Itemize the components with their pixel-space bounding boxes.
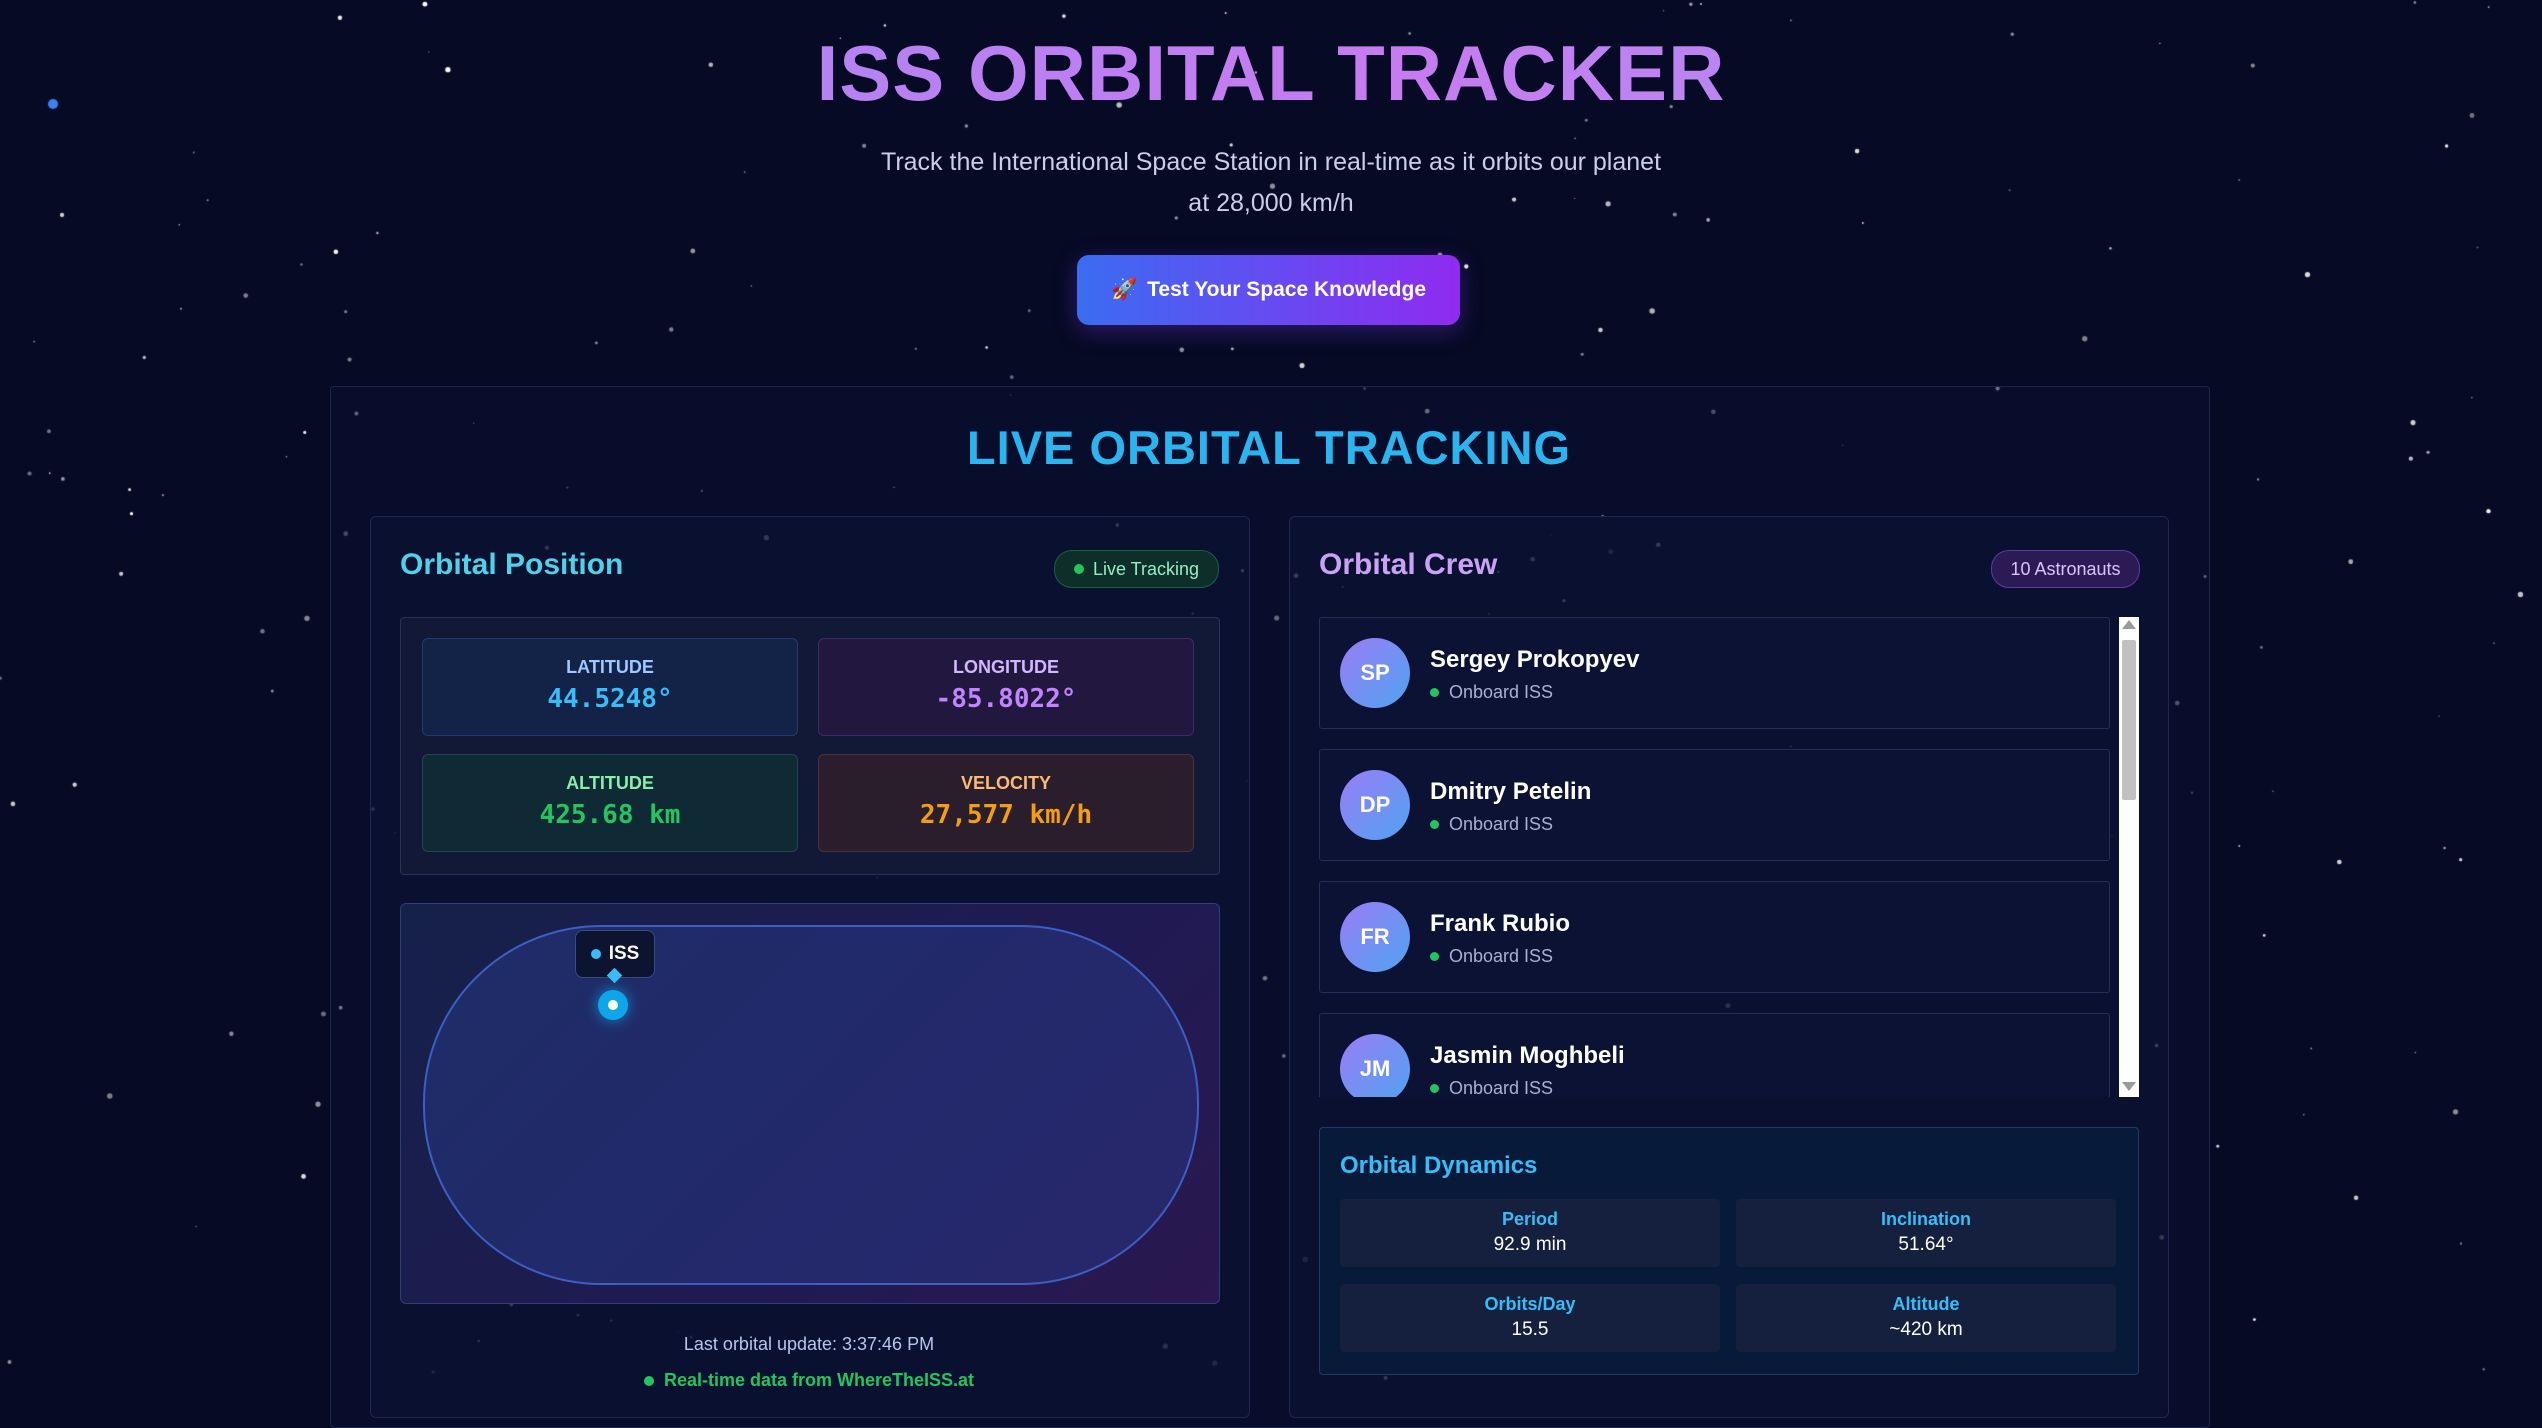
avatar: FR [1340, 902, 1410, 972]
crew-member-name: Sergey Prokopyev [1430, 646, 1640, 673]
avatar: SP [1340, 638, 1410, 708]
crew-member-status-text: Onboard ISS [1449, 814, 1554, 834]
orbital-crew-title: Orbital Crew [1319, 548, 1498, 581]
scroll-up-arrow-icon[interactable] [2122, 620, 2136, 629]
last-update-text: Last orbital update: 3:37:46 PM [683, 1334, 935, 1354]
rocket-icon: 🚀 [1110, 278, 1138, 301]
velocity-label: VELOCITY [960, 773, 1051, 793]
orbits-per-day-stat: Orbits/Day 15.5 [1340, 1284, 1720, 1352]
iss-position-marker-icon[interactable] [598, 990, 628, 1020]
latitude-label: LATITUDE [566, 657, 654, 677]
velocity-cell: VELOCITY 27,577 km/h [818, 754, 1194, 852]
crew-member-item[interactable]: SP Sergey Prokopyev Onboard ISS [1319, 617, 2110, 729]
orbits-per-day-label: Orbits/Day [1484, 1294, 1576, 1314]
crew-member-status-text: Onboard ISS [1449, 682, 1554, 702]
orbit-altitude-value: ~420 km [1889, 1319, 1963, 1340]
latitude-cell: LATITUDE 44.5248° [422, 638, 798, 736]
crew-member-name: Dmitry Petelin [1430, 778, 1592, 805]
astronaut-count-badge: 10 Astronauts [1991, 550, 2140, 588]
inclination-value: 51.64° [1898, 1234, 1954, 1255]
onboard-status-dot-icon [1430, 688, 1439, 697]
altitude-label: ALTITUDE [566, 773, 654, 793]
section-title: LIVE ORBITAL TRACKING [966, 421, 1572, 474]
altitude-cell: ALTITUDE 425.68 km [422, 754, 798, 852]
orbital-position-title: Orbital Position [400, 548, 624, 581]
data-source-text: Real-time data from WhereTheISS.at [663, 1370, 975, 1390]
avatar: DP [1340, 770, 1410, 840]
period-stat: Period 92.9 min [1340, 1199, 1720, 1267]
onboard-status-dot-icon [1430, 1084, 1439, 1093]
crew-member-status-text: Onboard ISS [1449, 946, 1554, 966]
page-subtitle: Track the International Space Station in… [840, 142, 1702, 224]
longitude-value: -85.8022° [935, 684, 1077, 714]
onboard-status-dot-icon [1430, 820, 1439, 829]
data-source: Real-time data from WhereTheISS.at [370, 1370, 1248, 1391]
period-label: Period [1501, 1209, 1558, 1229]
subtitle-line-2: at 28,000 km/h [1188, 189, 1354, 217]
avatar: JM [1340, 1034, 1410, 1097]
space-quiz-button-label: Test Your Space Knowledge [1147, 278, 1427, 301]
crew-member-status: Onboard ISS [1430, 814, 1553, 835]
crew-member-item[interactable]: DP Dmitry Petelin Onboard ISS [1319, 749, 2110, 861]
iss-marker-text: ISS [608, 943, 640, 964]
scrollbar-thumb[interactable] [2122, 640, 2136, 800]
orbit-altitude-label: Altitude [1892, 1294, 1960, 1314]
crew-member-status-text: Onboard ISS [1449, 1078, 1554, 1097]
inclination-label: Inclination [1881, 1209, 1971, 1229]
velocity-value: 27,577 km/h [919, 800, 1093, 830]
iss-label-dot-icon [590, 949, 601, 959]
inclination-stat: Inclination 51.64° [1736, 1199, 2116, 1267]
latitude-value: 44.5248° [547, 684, 673, 714]
source-status-dot-icon [643, 1375, 654, 1386]
crew-member-status: Onboard ISS [1430, 682, 1553, 703]
crew-member-item[interactable]: FR Frank Rubio Onboard ISS [1319, 881, 2110, 993]
crew-list[interactable]: SP Sergey Prokopyev Onboard ISS DP Dmitr… [1319, 617, 2139, 1097]
altitude-value: 425.68 km [539, 800, 681, 830]
period-value: 92.9 min [1493, 1234, 1567, 1255]
subtitle-line-1: Track the International Space Station in… [880, 148, 1662, 176]
crew-member-status: Onboard ISS [1430, 1078, 1553, 1097]
orbit-path [423, 925, 1199, 1285]
onboard-status-dot-icon [1430, 952, 1439, 961]
live-tracking-badge: Live Tracking [1054, 550, 1219, 588]
page-title: ISS ORBITAL TRACKER [0, 28, 2542, 119]
scroll-down-arrow-icon[interactable] [2122, 1082, 2136, 1091]
crew-member-status: Onboard ISS [1430, 946, 1553, 967]
orbital-dynamics-title: Orbital Dynamics [1340, 1152, 1538, 1179]
crew-member-name: Frank Rubio [1430, 910, 1571, 937]
orbits-per-day-value: 15.5 [1511, 1319, 1549, 1340]
longitude-cell: LONGITUDE -85.8022° [818, 638, 1194, 736]
live-status-dot-icon [1073, 564, 1084, 574]
orbit-altitude-stat: Altitude ~420 km [1736, 1284, 2116, 1352]
crew-member-name: Jasmin Moghbeli [1430, 1042, 1625, 1069]
space-quiz-button[interactable]: 🚀 Test Your Space Knowledge [1077, 255, 1460, 325]
crew-member-item[interactable]: JM Jasmin Moghbeli Onboard ISS [1319, 1013, 2110, 1097]
live-tracking-label: Live Tracking [1092, 558, 1200, 579]
longitude-label: LONGITUDE [953, 657, 1059, 677]
